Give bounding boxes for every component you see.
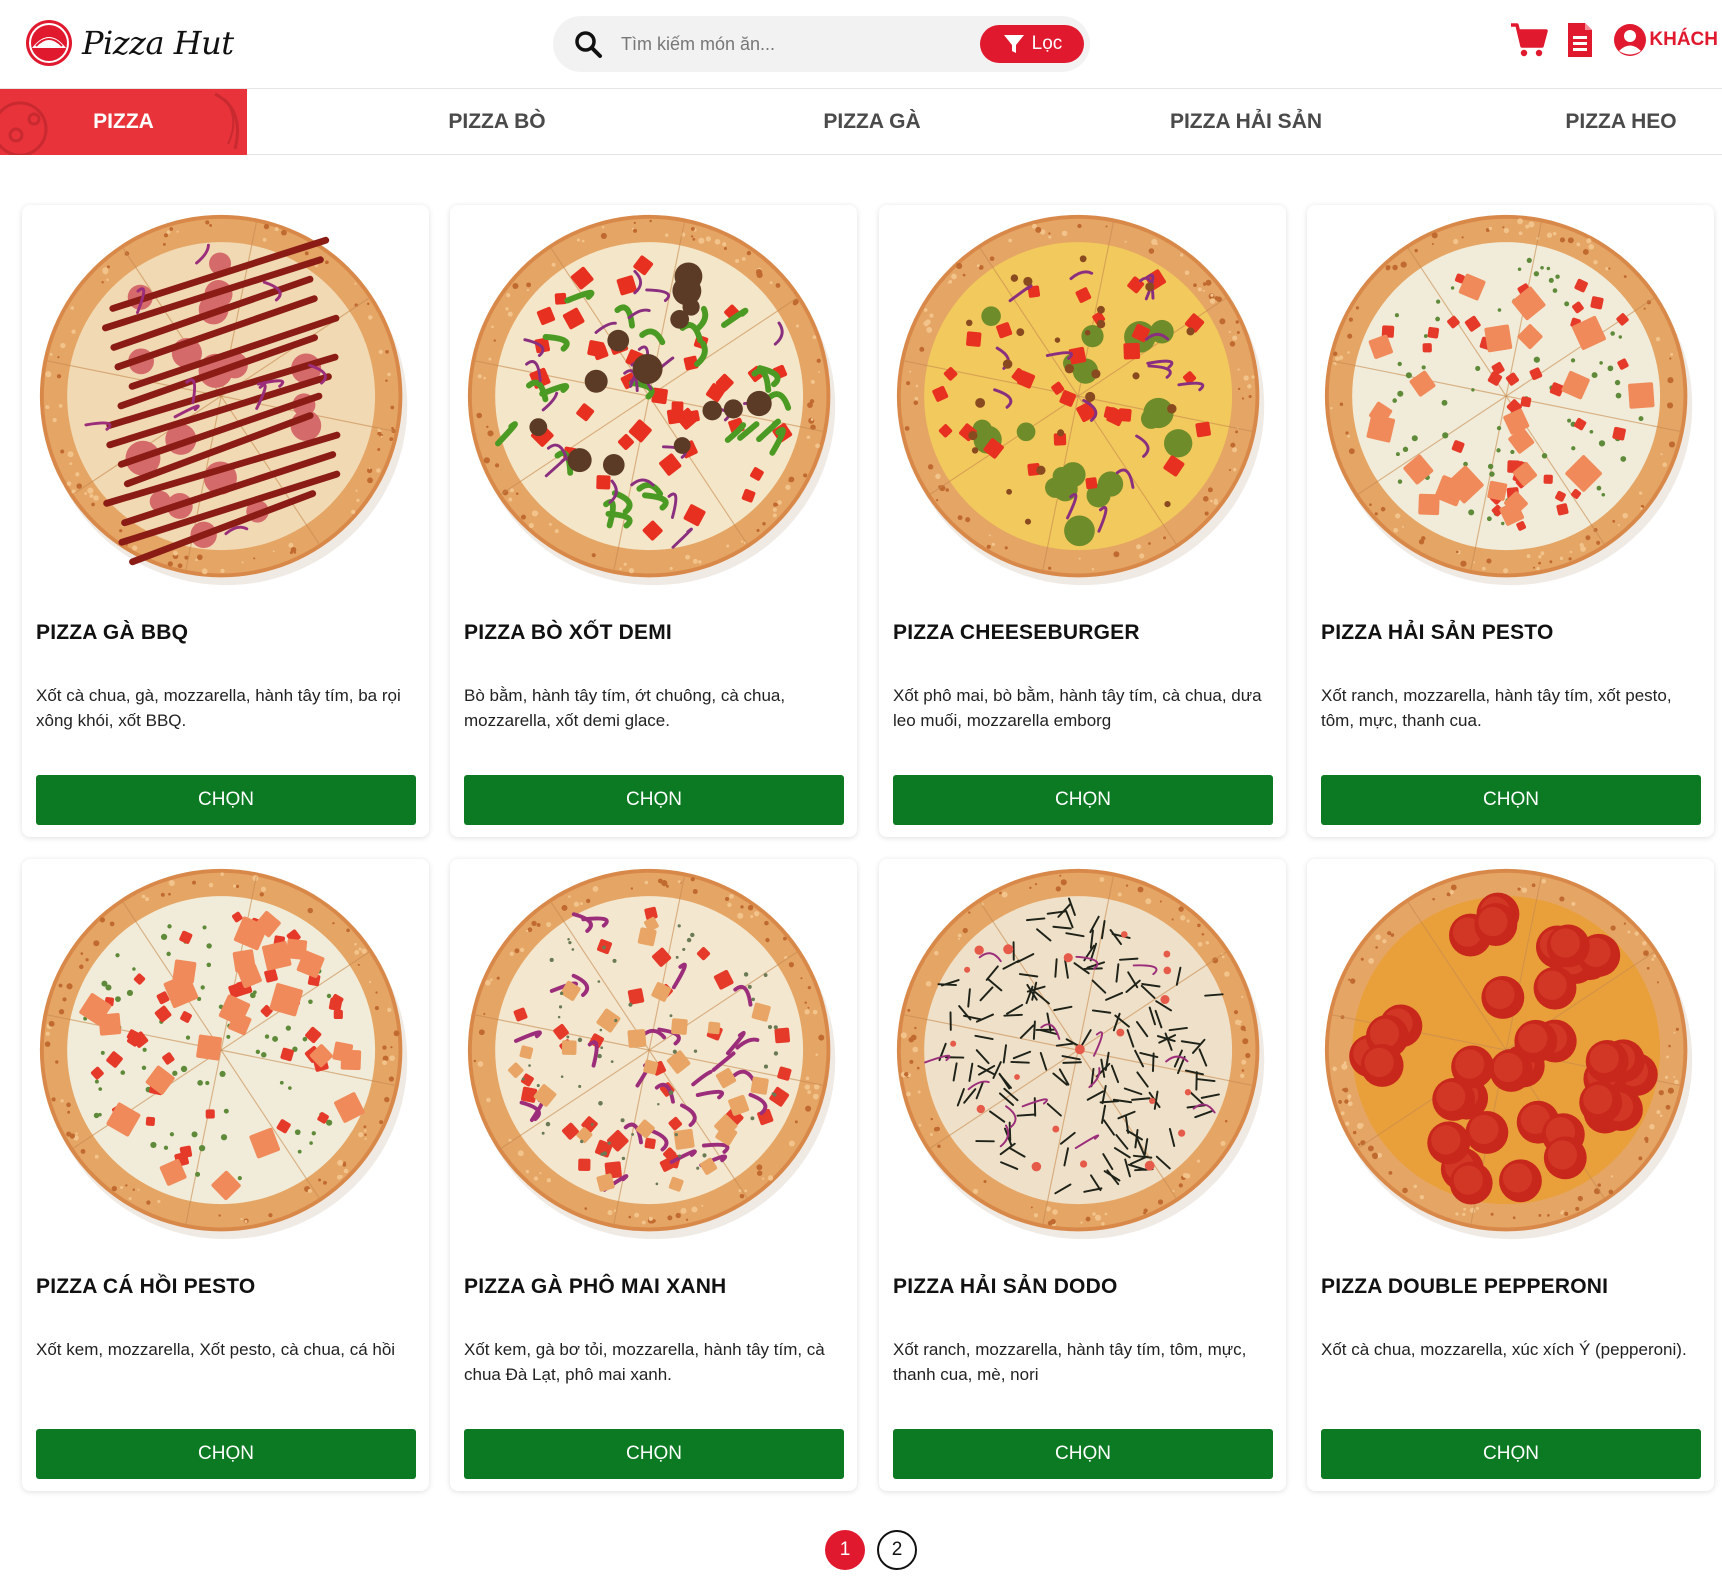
search-bar: Lọc <box>553 16 1090 72</box>
product-description: Xốt kem, mozzarella, Xốt pesto, cà chua,… <box>36 1340 396 1359</box>
product-card: PIZZA GÀ PHÔ MAI XANH Xốt kem, gà bơ tỏi,… <box>450 859 857 1491</box>
page-2-button[interactable]: 2 <box>877 1530 917 1570</box>
choose-button[interactable]: CHỌN <box>36 1429 416 1479</box>
pizza-image[interactable] <box>1321 865 1701 1245</box>
product-card: PIZZA BÒ XỐT DEMI Bò bằm, hành tây tím, ớ… <box>450 205 857 837</box>
product-description: Xốt phô mai, bò bằm, hành tây tím, cà ch… <box>893 686 1262 730</box>
product-card: PIZZA HẢI SẢN DODO Xốt ranch, mozzarella,… <box>879 859 1286 1491</box>
tab-pizza-hai-san[interactable]: PIZZA HẢI SẢN <box>1121 89 1371 155</box>
pizza-image[interactable] <box>464 211 844 591</box>
product-description: Bò bằm, hành tây tím, ớt chuông, cà chua… <box>464 686 786 730</box>
tab-pizza-bo[interactable]: PIZZA BÒ <box>372 89 622 155</box>
product-name: PIZZA BÒ XỐT DEMI <box>464 621 672 644</box>
tab-pizza-ga[interactable]: PIZZA GÀ <box>747 89 997 155</box>
product-description: Xốt ranch, mozzarella, hành tây tím, xốt… <box>1321 686 1672 730</box>
pizza-image[interactable] <box>36 865 416 1245</box>
header: Pizza Hut Lọc <box>0 0 1722 89</box>
header-actions: KHÁCH <box>1509 20 1718 60</box>
search-icon[interactable] <box>573 29 603 59</box>
pizza-hut-logo-icon <box>26 20 72 66</box>
product-description: Xốt cà chua, mozzarella, xúc xích Ý (pep… <box>1321 1340 1687 1359</box>
product-name: PIZZA CHEESEBURGER <box>893 621 1140 644</box>
tab-pizza-bo-label: PIZZA BÒ <box>448 110 546 133</box>
tab-pizza-label: PIZZA <box>93 110 154 133</box>
choose-button[interactable]: CHỌN <box>36 775 416 825</box>
user-account[interactable]: KHÁCH <box>1613 23 1718 57</box>
category-nav: PIZZA PIZZA BÒ PIZZA GÀ PIZZA HẢI SẢN PI… <box>0 89 1722 155</box>
tab-pizza-heo-label: PIZZA HEO <box>1565 110 1677 133</box>
tab-pizza[interactable]: PIZZA <box>0 89 247 155</box>
choose-button[interactable]: CHỌN <box>893 1429 1273 1479</box>
user-label: KHÁCH <box>1649 29 1718 50</box>
product-card: PIZZA DOUBLE PEPPERONI Xốt cà chua, mozza… <box>1307 859 1714 1491</box>
product-name: PIZZA GÀ PHÔ MAI XANH <box>464 1275 727 1298</box>
choose-button[interactable]: CHỌN <box>1321 1429 1701 1479</box>
pizza-image[interactable] <box>36 211 416 591</box>
order-list-icon[interactable] <box>1565 21 1595 59</box>
product-description: Xốt ranch, mozzarella, hành tây tím, tôm… <box>893 1340 1247 1384</box>
cart-icon[interactable] <box>1509 20 1549 60</box>
pizza-image[interactable] <box>893 211 1273 591</box>
filter-label: Lọc <box>1031 33 1063 54</box>
product-card: PIZZA CHEESEBURGER Xốt phô mai, bò bằm, h… <box>879 205 1286 837</box>
product-card: PIZZA CÁ HỒI PESTO Xốt kem, mozzarella, X… <box>22 859 429 1491</box>
user-icon <box>1614 24 1647 56</box>
product-name: PIZZA HẢI SẢN DODO <box>893 1275 1118 1298</box>
pizza-image[interactable] <box>893 865 1273 1245</box>
tab-pizza-heo[interactable]: PIZZA HEO <box>1496 89 1722 155</box>
pizza-image[interactable] <box>1321 211 1701 591</box>
choose-button[interactable]: CHỌN <box>464 1429 844 1479</box>
choose-button[interactable]: CHỌN <box>893 775 1273 825</box>
product-name: PIZZA DOUBLE PEPPERONI <box>1321 1275 1609 1298</box>
product-card: PIZZA GÀ BBQ Xốt cà chua, gà, mozzarella,… <box>22 205 429 837</box>
filter-icon <box>1003 35 1024 53</box>
pizza-image[interactable] <box>464 865 844 1245</box>
choose-button[interactable]: CHỌN <box>1321 775 1701 825</box>
product-card: PIZZA HẢI SẢN PESTO Xốt ranch, mozzarella… <box>1307 205 1714 837</box>
page-1-button[interactable]: 1 <box>825 1530 865 1570</box>
choose-button[interactable]: CHỌN <box>464 775 844 825</box>
product-description: Xốt kem, gà bơ tỏi, mozzarella, hành tây… <box>464 1340 825 1384</box>
pizza-hut-logo[interactable]: Pizza Hut <box>22 18 234 68</box>
product-name: PIZZA GÀ BBQ <box>36 621 189 644</box>
product-name: PIZZA CÁ HỒI PESTO <box>36 1275 256 1298</box>
tab-pizza-ga-label: PIZZA GÀ <box>823 110 921 133</box>
filter-button[interactable]: Lọc <box>980 25 1084 63</box>
logo-text: Pizza Hut <box>82 24 234 62</box>
tab-pizza-hai-san-label: PIZZA HẢI SẢN <box>1169 110 1323 133</box>
product-name: PIZZA HẢI SẢN PESTO <box>1321 621 1554 644</box>
product-description: Xốt cà chua, gà, mozzarella, hành tây tí… <box>36 686 401 730</box>
